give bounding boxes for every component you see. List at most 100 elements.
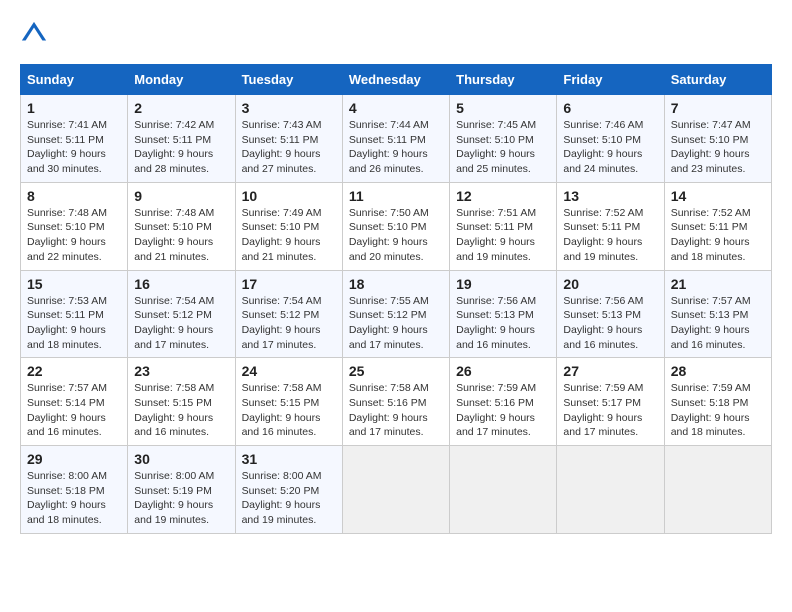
day-info: Sunrise: 7:58 AMSunset: 5:15 PMDaylight:… bbox=[134, 381, 228, 440]
calendar-day-cell: 10 Sunrise: 7:49 AMSunset: 5:10 PMDaylig… bbox=[235, 182, 342, 270]
days-header-row: SundayMondayTuesdayWednesdayThursdayFrid… bbox=[21, 65, 772, 95]
calendar-day-cell: 22 Sunrise: 7:57 AMSunset: 5:14 PMDaylig… bbox=[21, 358, 128, 446]
day-number: 5 bbox=[456, 100, 550, 116]
day-number: 18 bbox=[349, 276, 443, 292]
day-info: Sunrise: 7:52 AMSunset: 5:11 PMDaylight:… bbox=[563, 206, 657, 265]
day-number: 7 bbox=[671, 100, 765, 116]
calendar-day-cell: 27 Sunrise: 7:59 AMSunset: 5:17 PMDaylig… bbox=[557, 358, 664, 446]
calendar-week-row: 22 Sunrise: 7:57 AMSunset: 5:14 PMDaylig… bbox=[21, 358, 772, 446]
day-info: Sunrise: 7:46 AMSunset: 5:10 PMDaylight:… bbox=[563, 118, 657, 177]
day-info: Sunrise: 7:59 AMSunset: 5:16 PMDaylight:… bbox=[456, 381, 550, 440]
calendar-day-cell: 6 Sunrise: 7:46 AMSunset: 5:10 PMDayligh… bbox=[557, 95, 664, 183]
day-of-week-header: Thursday bbox=[450, 65, 557, 95]
calendar-day-cell: 11 Sunrise: 7:50 AMSunset: 5:10 PMDaylig… bbox=[342, 182, 449, 270]
day-number: 26 bbox=[456, 363, 550, 379]
day-info: Sunrise: 7:50 AMSunset: 5:10 PMDaylight:… bbox=[349, 206, 443, 265]
day-number: 16 bbox=[134, 276, 228, 292]
day-info: Sunrise: 7:51 AMSunset: 5:11 PMDaylight:… bbox=[456, 206, 550, 265]
day-number: 9 bbox=[134, 188, 228, 204]
day-info: Sunrise: 7:48 AMSunset: 5:10 PMDaylight:… bbox=[27, 206, 121, 265]
calendar-day-cell bbox=[557, 446, 664, 534]
day-of-week-header: Tuesday bbox=[235, 65, 342, 95]
day-info: Sunrise: 7:57 AMSunset: 5:14 PMDaylight:… bbox=[27, 381, 121, 440]
calendar-day-cell: 18 Sunrise: 7:55 AMSunset: 5:12 PMDaylig… bbox=[342, 270, 449, 358]
day-number: 4 bbox=[349, 100, 443, 116]
calendar-week-row: 8 Sunrise: 7:48 AMSunset: 5:10 PMDayligh… bbox=[21, 182, 772, 270]
calendar-day-cell: 21 Sunrise: 7:57 AMSunset: 5:13 PMDaylig… bbox=[664, 270, 771, 358]
day-info: Sunrise: 7:56 AMSunset: 5:13 PMDaylight:… bbox=[456, 294, 550, 353]
calendar-table: SundayMondayTuesdayWednesdayThursdayFrid… bbox=[20, 64, 772, 534]
day-number: 25 bbox=[349, 363, 443, 379]
calendar-day-cell: 13 Sunrise: 7:52 AMSunset: 5:11 PMDaylig… bbox=[557, 182, 664, 270]
day-number: 23 bbox=[134, 363, 228, 379]
day-number: 21 bbox=[671, 276, 765, 292]
day-number: 31 bbox=[242, 451, 336, 467]
header bbox=[20, 20, 772, 48]
day-number: 3 bbox=[242, 100, 336, 116]
day-number: 17 bbox=[242, 276, 336, 292]
day-info: Sunrise: 7:53 AMSunset: 5:11 PMDaylight:… bbox=[27, 294, 121, 353]
day-info: Sunrise: 7:48 AMSunset: 5:10 PMDaylight:… bbox=[134, 206, 228, 265]
day-info: Sunrise: 8:00 AMSunset: 5:20 PMDaylight:… bbox=[242, 469, 336, 528]
calendar-day-cell: 25 Sunrise: 7:58 AMSunset: 5:16 PMDaylig… bbox=[342, 358, 449, 446]
calendar-day-cell: 26 Sunrise: 7:59 AMSunset: 5:16 PMDaylig… bbox=[450, 358, 557, 446]
day-of-week-header: Sunday bbox=[21, 65, 128, 95]
day-number: 27 bbox=[563, 363, 657, 379]
calendar-day-cell bbox=[342, 446, 449, 534]
day-info: Sunrise: 7:56 AMSunset: 5:13 PMDaylight:… bbox=[563, 294, 657, 353]
day-number: 11 bbox=[349, 188, 443, 204]
day-number: 24 bbox=[242, 363, 336, 379]
calendar-day-cell bbox=[664, 446, 771, 534]
day-info: Sunrise: 7:45 AMSunset: 5:10 PMDaylight:… bbox=[456, 118, 550, 177]
day-info: Sunrise: 7:43 AMSunset: 5:11 PMDaylight:… bbox=[242, 118, 336, 177]
calendar-day-cell: 30 Sunrise: 8:00 AMSunset: 5:19 PMDaylig… bbox=[128, 446, 235, 534]
calendar-day-cell: 7 Sunrise: 7:47 AMSunset: 5:10 PMDayligh… bbox=[664, 95, 771, 183]
day-of-week-header: Wednesday bbox=[342, 65, 449, 95]
calendar-day-cell: 15 Sunrise: 7:53 AMSunset: 5:11 PMDaylig… bbox=[21, 270, 128, 358]
day-of-week-header: Monday bbox=[128, 65, 235, 95]
day-info: Sunrise: 7:59 AMSunset: 5:17 PMDaylight:… bbox=[563, 381, 657, 440]
day-number: 20 bbox=[563, 276, 657, 292]
day-number: 30 bbox=[134, 451, 228, 467]
day-number: 13 bbox=[563, 188, 657, 204]
calendar-day-cell: 31 Sunrise: 8:00 AMSunset: 5:20 PMDaylig… bbox=[235, 446, 342, 534]
day-info: Sunrise: 7:49 AMSunset: 5:10 PMDaylight:… bbox=[242, 206, 336, 265]
day-info: Sunrise: 7:58 AMSunset: 5:15 PMDaylight:… bbox=[242, 381, 336, 440]
calendar-day-cell: 8 Sunrise: 7:48 AMSunset: 5:10 PMDayligh… bbox=[21, 182, 128, 270]
day-number: 10 bbox=[242, 188, 336, 204]
day-number: 29 bbox=[27, 451, 121, 467]
calendar-day-cell: 4 Sunrise: 7:44 AMSunset: 5:11 PMDayligh… bbox=[342, 95, 449, 183]
day-info: Sunrise: 7:47 AMSunset: 5:10 PMDaylight:… bbox=[671, 118, 765, 177]
day-number: 6 bbox=[563, 100, 657, 116]
day-info: Sunrise: 7:41 AMSunset: 5:11 PMDaylight:… bbox=[27, 118, 121, 177]
calendar-day-cell: 24 Sunrise: 7:58 AMSunset: 5:15 PMDaylig… bbox=[235, 358, 342, 446]
calendar-day-cell: 2 Sunrise: 7:42 AMSunset: 5:11 PMDayligh… bbox=[128, 95, 235, 183]
calendar-week-row: 15 Sunrise: 7:53 AMSunset: 5:11 PMDaylig… bbox=[21, 270, 772, 358]
day-info: Sunrise: 7:42 AMSunset: 5:11 PMDaylight:… bbox=[134, 118, 228, 177]
day-of-week-header: Friday bbox=[557, 65, 664, 95]
day-info: Sunrise: 7:58 AMSunset: 5:16 PMDaylight:… bbox=[349, 381, 443, 440]
day-of-week-header: Saturday bbox=[664, 65, 771, 95]
day-number: 8 bbox=[27, 188, 121, 204]
calendar-day-cell: 19 Sunrise: 7:56 AMSunset: 5:13 PMDaylig… bbox=[450, 270, 557, 358]
day-info: Sunrise: 8:00 AMSunset: 5:19 PMDaylight:… bbox=[134, 469, 228, 528]
day-info: Sunrise: 7:54 AMSunset: 5:12 PMDaylight:… bbox=[134, 294, 228, 353]
day-number: 14 bbox=[671, 188, 765, 204]
day-number: 28 bbox=[671, 363, 765, 379]
day-number: 22 bbox=[27, 363, 121, 379]
day-number: 2 bbox=[134, 100, 228, 116]
day-number: 12 bbox=[456, 188, 550, 204]
calendar-day-cell: 20 Sunrise: 7:56 AMSunset: 5:13 PMDaylig… bbox=[557, 270, 664, 358]
day-number: 15 bbox=[27, 276, 121, 292]
day-info: Sunrise: 7:44 AMSunset: 5:11 PMDaylight:… bbox=[349, 118, 443, 177]
calendar-day-cell: 28 Sunrise: 7:59 AMSunset: 5:18 PMDaylig… bbox=[664, 358, 771, 446]
logo-icon bbox=[20, 20, 48, 48]
calendar-day-cell: 3 Sunrise: 7:43 AMSunset: 5:11 PMDayligh… bbox=[235, 95, 342, 183]
day-info: Sunrise: 8:00 AMSunset: 5:18 PMDaylight:… bbox=[27, 469, 121, 528]
calendar-day-cell: 16 Sunrise: 7:54 AMSunset: 5:12 PMDaylig… bbox=[128, 270, 235, 358]
calendar-day-cell: 23 Sunrise: 7:58 AMSunset: 5:15 PMDaylig… bbox=[128, 358, 235, 446]
calendar-day-cell: 12 Sunrise: 7:51 AMSunset: 5:11 PMDaylig… bbox=[450, 182, 557, 270]
day-info: Sunrise: 7:59 AMSunset: 5:18 PMDaylight:… bbox=[671, 381, 765, 440]
day-number: 1 bbox=[27, 100, 121, 116]
day-number: 19 bbox=[456, 276, 550, 292]
